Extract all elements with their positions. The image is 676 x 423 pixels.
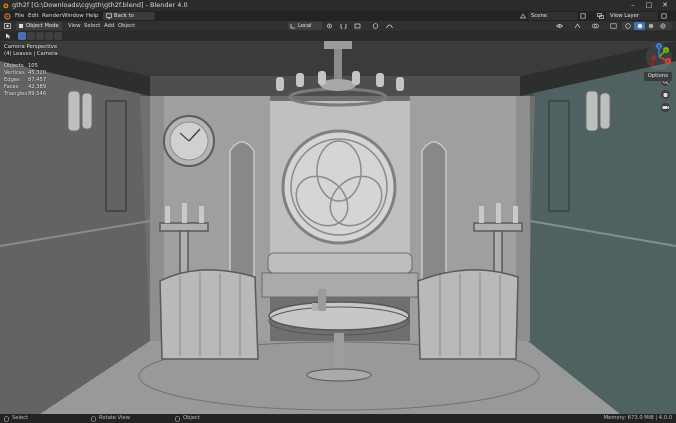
close-button[interactable]: ✕ <box>658 0 672 11</box>
mouse-middle-icon <box>91 415 96 422</box>
minimize-button[interactable]: – <box>626 0 640 11</box>
xray-icon[interactable] <box>610 23 617 29</box>
menu-bar: File Edit Render Window Help Back to Pre… <box>0 11 676 27</box>
window-controls: – □ ✕ <box>626 0 672 11</box>
solid-shading-button[interactable] <box>634 22 645 30</box>
status-rotate-hint: Rotate View <box>99 415 130 421</box>
scene-statistics: Objects 105 Vertices 45,320 Edges 87,457 Fa… <box>4 63 46 98</box>
select-mode-intersect-button[interactable] <box>54 32 62 40</box>
stat-faces: Faces 42,389 <box>4 84 47 90</box>
mouse-left-icon <box>4 415 9 422</box>
status-bar: Select Rotate View Object Memory: 673.0 … <box>0 414 676 423</box>
snap-target-icon[interactable] <box>354 23 361 29</box>
status-object-hint: Object <box>183 415 200 421</box>
status-select-hint: Select <box>12 415 29 421</box>
camera-view-button[interactable] <box>661 103 670 112</box>
blender-app-icon <box>3 3 9 9</box>
select-mode-subtract-button[interactable] <box>36 32 44 40</box>
proportional-editing-icon[interactable] <box>372 23 379 29</box>
pan-button[interactable] <box>661 90 670 99</box>
object-mode-icon <box>19 24 23 28</box>
menu-window[interactable]: Window <box>62 11 84 21</box>
memory-info: Memory: 673.0 MiB | 4.0.0 <box>603 415 672 421</box>
view-layer-selector[interactable]: View Layer <box>606 12 658 20</box>
menu-view[interactable]: View <box>68 21 81 31</box>
select-mode-invert-button[interactable] <box>45 32 53 40</box>
mouse-right-icon <box>175 415 180 422</box>
blender-menu-icon[interactable] <box>3 12 11 20</box>
mode-selector[interactable]: Object Mode <box>16 22 62 30</box>
scene-render <box>0 41 676 414</box>
options-dropdown[interactable]: Options <box>643 72 672 81</box>
visibility-icon[interactable] <box>556 23 563 29</box>
shading-modes <box>622 22 672 30</box>
stat-edges: Edges 87,457 <box>4 77 47 83</box>
stat-objects: Objects 105 <box>4 63 38 69</box>
camera-perspective-label: Camera Perspective <box>4 44 58 50</box>
material-shading-icon[interactable] <box>648 23 654 29</box>
editor-type-icon[interactable] <box>4 23 11 29</box>
view-layer-icon[interactable] <box>597 13 604 19</box>
screen-icon <box>106 13 112 19</box>
rendered-shading-icon[interactable] <box>660 23 666 29</box>
local-orientation-icon <box>290 24 295 29</box>
snap-icon[interactable] <box>340 23 347 29</box>
navigation-gizmo[interactable]: Y Z X <box>644 42 674 72</box>
stat-vertices: Vertices 45,320 <box>4 70 47 76</box>
select-mode-extend-button[interactable] <box>27 32 35 40</box>
collection-info-label: (4) Leaves | Camera <box>4 51 58 57</box>
camera-icon <box>662 106 669 109</box>
window-title: gth2f [G:\Downloads\cg\gth\gth2f.blend] … <box>12 1 188 9</box>
menu-help[interactable]: Help <box>86 11 99 21</box>
menu-file[interactable]: File <box>15 11 24 21</box>
menu-render[interactable]: Render <box>42 11 62 21</box>
solid-shading-icon <box>637 23 642 29</box>
menu-add[interactable]: Add <box>104 21 114 31</box>
wireframe-shading-icon[interactable] <box>625 23 631 29</box>
select-mode-new-button[interactable] <box>18 32 26 40</box>
view-layer-browse-icon[interactable] <box>661 13 667 19</box>
gizmo-toggle-icon[interactable] <box>574 23 581 29</box>
maximize-button[interactable]: □ <box>642 0 656 11</box>
3d-viewport[interactable]: Camera Perspective (4) Leaves | Camera O… <box>0 41 676 414</box>
viewport-header: Object Mode View Select Add Object Local <box>0 21 676 31</box>
back-to-previous-button[interactable]: Back to Previous <box>103 12 155 27</box>
scene-icon[interactable] <box>520 13 526 19</box>
stat-triangles: Triangles89,546 <box>4 91 47 97</box>
overlays-icon[interactable] <box>592 23 599 29</box>
tool-settings-bar <box>0 31 676 41</box>
pivot-point-icon[interactable] <box>326 23 333 29</box>
menu-object[interactable]: Object <box>118 21 135 31</box>
scene-selector[interactable]: Scene <box>528 12 578 20</box>
tool-select-icon[interactable] <box>5 33 11 39</box>
falloff-icon[interactable] <box>386 23 393 29</box>
menu-select[interactable]: Select <box>84 21 100 31</box>
hand-icon <box>663 93 668 97</box>
menu-edit[interactable]: Edit <box>28 11 39 21</box>
title-bar: gth2f [G:\Downloads\cg\gth\gth2f.blend] … <box>0 0 676 11</box>
transform-orientation-selector[interactable]: Local <box>288 22 322 30</box>
scene-browse-icon[interactable] <box>580 13 586 19</box>
